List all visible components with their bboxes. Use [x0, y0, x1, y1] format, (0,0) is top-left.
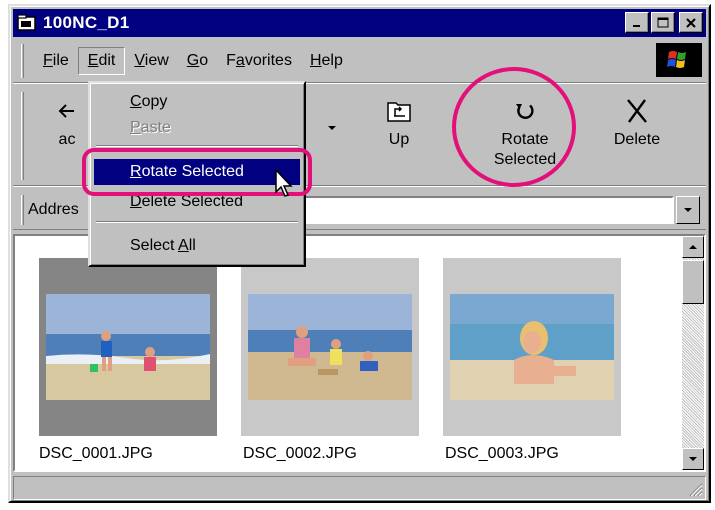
menu-edit[interactable]: Edit	[77, 46, 126, 75]
menu-file[interactable]: File	[34, 48, 78, 74]
up-button-label: Up	[388, 131, 410, 148]
scroll-down-button[interactable]	[682, 448, 704, 470]
up-button[interactable]: Up	[359, 96, 439, 180]
address-label: Addres	[28, 200, 79, 218]
up-folder-icon	[387, 102, 411, 122]
scroll-up-button[interactable]	[682, 236, 704, 258]
delete-button[interactable]: Delete	[597, 96, 677, 180]
menu-separator	[96, 221, 298, 223]
menu-item-copy[interactable]: Copy	[94, 89, 300, 115]
menu-edit-label: dit	[98, 51, 116, 69]
select-all-accel: A	[178, 237, 189, 254]
chevron-down-icon	[684, 208, 692, 212]
chevron-down-icon	[328, 126, 336, 130]
maximize-icon	[657, 17, 669, 27]
title-bar[interactable]: 100NC_D1	[13, 9, 706, 37]
toolbar-grip[interactable]	[21, 92, 24, 180]
annotation-highlight-rotate-button	[452, 67, 576, 187]
menu-file-accel: F	[43, 51, 53, 69]
file-name-dsc-0001[interactable]: DSC_0001.JPG	[39, 445, 153, 463]
menu-favorites[interactable]: Favorites	[217, 48, 301, 74]
minimize-icon	[633, 24, 640, 27]
close-icon	[686, 17, 696, 28]
menu-help-label: elp	[321, 51, 343, 69]
thumbnail-dsc-0002[interactable]	[241, 258, 419, 436]
menu-item-paste: Paste	[94, 115, 300, 141]
menu-file-label: ile	[52, 51, 69, 69]
window-title: 100NC_D1	[43, 13, 130, 32]
copy-label: opy	[141, 93, 168, 110]
forward-dropdown[interactable]	[319, 96, 345, 180]
back-arrow-icon	[58, 104, 74, 118]
folder-icon	[17, 14, 36, 31]
menu-separator	[96, 145, 298, 147]
menu-favorites-pre: F	[226, 51, 236, 69]
select-all-label: ll	[188, 237, 196, 254]
scroll-thumb[interactable]	[682, 260, 704, 304]
menu-edit-accel: E	[87, 51, 99, 69]
copy-accel: C	[130, 93, 142, 110]
vertical-scrollbar[interactable]	[682, 236, 704, 470]
photo-children-beach-1	[46, 294, 210, 400]
photo-woman-beach	[450, 294, 614, 400]
menu-view[interactable]: View	[125, 48, 177, 74]
menu-view-accel: V	[134, 51, 145, 69]
file-name-dsc-0003[interactable]: DSC_0003.JPG	[445, 445, 559, 463]
menu-help[interactable]: Help	[301, 48, 352, 74]
menu-help-accel: H	[309, 51, 322, 69]
windows-logo-icon	[656, 43, 702, 77]
back-button-label: ac	[58, 131, 76, 148]
status-bar	[13, 476, 706, 500]
minimize-button[interactable]	[625, 12, 649, 33]
delete-button-label: Delete	[613, 131, 661, 148]
menubar-grip[interactable]	[21, 43, 24, 78]
arrow-up-icon	[689, 245, 697, 249]
thumbnail-dsc-0003[interactable]	[443, 258, 621, 436]
arrow-down-icon	[689, 457, 697, 461]
menu-go-accel: G	[186, 51, 200, 69]
maximize-button[interactable]	[651, 12, 675, 33]
select-all-pre: Select	[130, 237, 179, 254]
thumbnail-dsc-0001[interactable]	[39, 258, 217, 436]
resize-grip-icon[interactable]	[687, 481, 703, 497]
menu-favorites-label: vorites	[244, 51, 292, 69]
photo-children-beach-2	[248, 294, 412, 400]
menu-view-label: iew	[144, 51, 169, 69]
menu-item-select-all[interactable]: Select All	[94, 233, 300, 259]
menu-go[interactable]: Go	[178, 48, 217, 74]
mouse-cursor-icon	[275, 168, 293, 197]
file-list-view[interactable]: DSC_0001.JPG DSC_0002.JPG DSC_0003.JPG	[13, 234, 706, 472]
menu-favorites-accel: a	[235, 51, 245, 69]
paste-label: aste	[140, 119, 171, 136]
close-button[interactable]	[679, 12, 703, 33]
menu-bar: File Edit View Go Favorites Help	[13, 39, 706, 83]
address-dropdown-button[interactable]	[676, 196, 700, 224]
menu-go-label: o	[199, 51, 209, 69]
addressbar-grip[interactable]	[21, 194, 24, 225]
paste-accel: P	[130, 119, 141, 136]
delete-x-icon	[627, 99, 647, 123]
file-name-dsc-0002[interactable]: DSC_0002.JPG	[243, 445, 357, 463]
